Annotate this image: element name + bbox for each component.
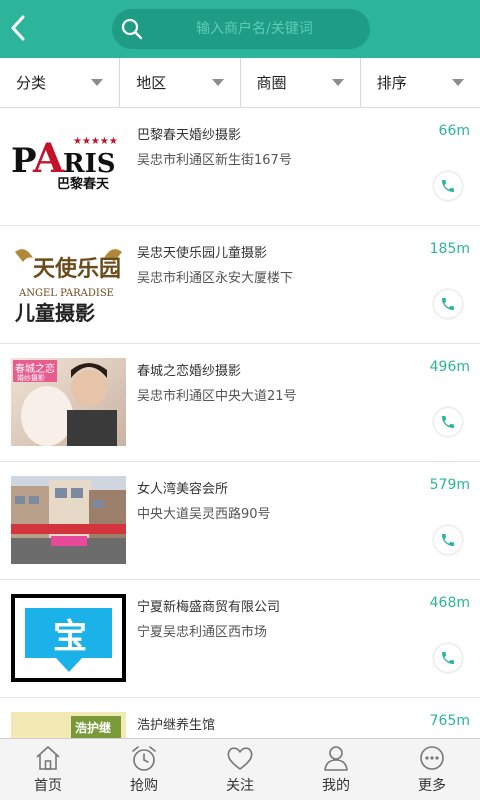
search-input[interactable]: 输入商户名/关键词	[112, 9, 370, 49]
merchant-distance: 579m	[429, 477, 470, 493]
phone-icon	[442, 416, 454, 428]
phone-icon	[442, 534, 454, 546]
merchant-distance: 185m	[429, 241, 470, 257]
list-item[interactable]: 宝 宁夏新梅盛商贸有限公司 宁夏吴忠利通区西市场 468m	[0, 580, 480, 698]
call-button[interactable]	[434, 526, 462, 554]
list-item[interactable]: P A RIS ★★★★★ 巴黎春天 巴黎春天婚纱摄影 吴忠市利通区新生街167…	[0, 108, 480, 226]
list-item[interactable]: 女人湾美容会所 中央大道吴灵西路90号 579m	[0, 462, 480, 580]
caret-down-icon	[331, 79, 344, 86]
merchant-name: 巴黎春天婚纱摄影	[137, 128, 242, 143]
merchant-photo: 春城之恋 婚纱摄影	[11, 358, 126, 446]
user-icon	[324, 746, 348, 771]
call-button[interactable]	[434, 290, 462, 318]
filter-sort[interactable]: 排序	[361, 58, 480, 107]
svg-text:★★★★★: ★★★★★	[73, 136, 118, 147]
filter-business-district[interactable]: 商圈	[241, 58, 361, 107]
phone-icon	[442, 180, 454, 192]
merchant-name: 春城之恋婚纱摄影	[137, 364, 242, 379]
tab-mine[interactable]: 我的	[288, 739, 384, 800]
call-button[interactable]	[434, 644, 462, 672]
merchant-name: 宁夏新梅盛商贸有限公司	[137, 600, 281, 615]
merchant-logo: P A RIS ★★★★★ 巴黎春天	[11, 122, 126, 210]
caret-down-icon	[452, 79, 464, 86]
tab-label: 关注	[226, 778, 254, 794]
merchant-logo: 天使乐园 ANGEL PARADISE 儿童摄影	[11, 240, 126, 328]
merchant-name: 女人湾美容会所	[137, 482, 229, 497]
svg-text:RIS: RIS	[63, 149, 116, 179]
merchant-distance: 66m	[438, 123, 470, 139]
tab-flash-sale[interactable]: 抢购	[96, 739, 192, 800]
filter-bar: 分类 地区 商圈 排序	[0, 58, 480, 108]
filter-category[interactable]: 分类	[0, 58, 121, 107]
caret-down-icon	[211, 79, 224, 86]
svg-text:儿童摄影: 儿童摄影	[14, 301, 95, 325]
merchant-address: 宁夏吴忠利通区西市场	[137, 625, 268, 640]
svg-text:A: A	[32, 135, 65, 182]
svg-text:ANGEL PARADISE: ANGEL PARADISE	[18, 288, 114, 299]
merchant-distance: 496m	[429, 359, 470, 375]
svg-text:浩护继: 浩护继	[75, 720, 111, 735]
tab-follow[interactable]: 关注	[192, 739, 288, 800]
tab-home[interactable]: 首页	[0, 739, 96, 800]
svg-text:宝: 宝	[53, 617, 87, 657]
merchant-name: 浩护继养生馆	[137, 718, 216, 733]
merchant-photo	[11, 476, 126, 564]
call-button[interactable]	[434, 408, 462, 436]
search-icon	[112, 9, 152, 49]
chevron-left-icon	[11, 15, 25, 41]
tab-label: 更多	[418, 778, 446, 794]
list-item[interactable]: 天使乐园 ANGEL PARADISE 儿童摄影 吴忠天使乐园儿童摄影 吴忠市利…	[0, 226, 480, 344]
tab-label: 我的	[322, 778, 350, 794]
merchant-distance: 468m	[429, 595, 470, 611]
merchant-name: 吴忠天使乐园儿童摄影	[137, 246, 268, 261]
bottom-tab-bar: 首页 抢购 关注 我的 更多	[0, 738, 480, 800]
list-item[interactable]: 浩护继 浩护继养生馆 765m	[0, 698, 480, 738]
phone-icon	[442, 298, 454, 310]
merchant-logo: 浩护继	[11, 712, 126, 738]
list-item[interactable]: 春城之恋 婚纱摄影 春城之恋婚纱摄影 吴忠市利通区中央大道21号 496m	[0, 344, 480, 462]
merchant-address: 中央大道吴灵西路90号	[137, 507, 271, 522]
home-icon	[36, 746, 60, 770]
caret-down-icon	[91, 79, 104, 86]
filter-region[interactable]: 地区	[120, 58, 241, 107]
search-placeholder: 输入商户名/关键词	[196, 21, 313, 37]
merchant-distance: 765m	[429, 713, 470, 729]
merchant-address: 吴忠市利通区中央大道21号	[137, 389, 297, 404]
more-icon	[420, 746, 444, 770]
top-bar: 输入商户名/关键词	[0, 0, 480, 58]
svg-text:巴黎春天: 巴黎春天	[57, 176, 110, 192]
back-button[interactable]	[4, 12, 32, 44]
svg-text:天使乐园: 天使乐园	[33, 257, 121, 282]
heart-icon	[227, 747, 253, 770]
phone-icon	[442, 652, 454, 664]
filter-label: 排序	[376, 74, 407, 92]
call-button[interactable]	[434, 172, 462, 200]
merchant-list: P A RIS ★★★★★ 巴黎春天 巴黎春天婚纱摄影 吴忠市利通区新生街167…	[0, 108, 480, 738]
filter-label: 分类	[16, 74, 47, 92]
alarm-clock-icon	[132, 746, 156, 771]
filter-label: 地区	[136, 74, 167, 92]
tab-label: 抢购	[130, 778, 158, 794]
merchant-address: 吴忠市利通区永安大厦楼下	[137, 271, 294, 286]
tab-label: 首页	[34, 778, 62, 794]
merchant-logo: 宝	[11, 594, 126, 682]
tab-more[interactable]: 更多	[384, 739, 480, 800]
merchant-address: 吴忠市利通区新生街167号	[137, 153, 292, 168]
filter-label: 商圈	[256, 74, 287, 92]
svg-text:婚纱摄影: 婚纱摄影	[17, 373, 45, 382]
